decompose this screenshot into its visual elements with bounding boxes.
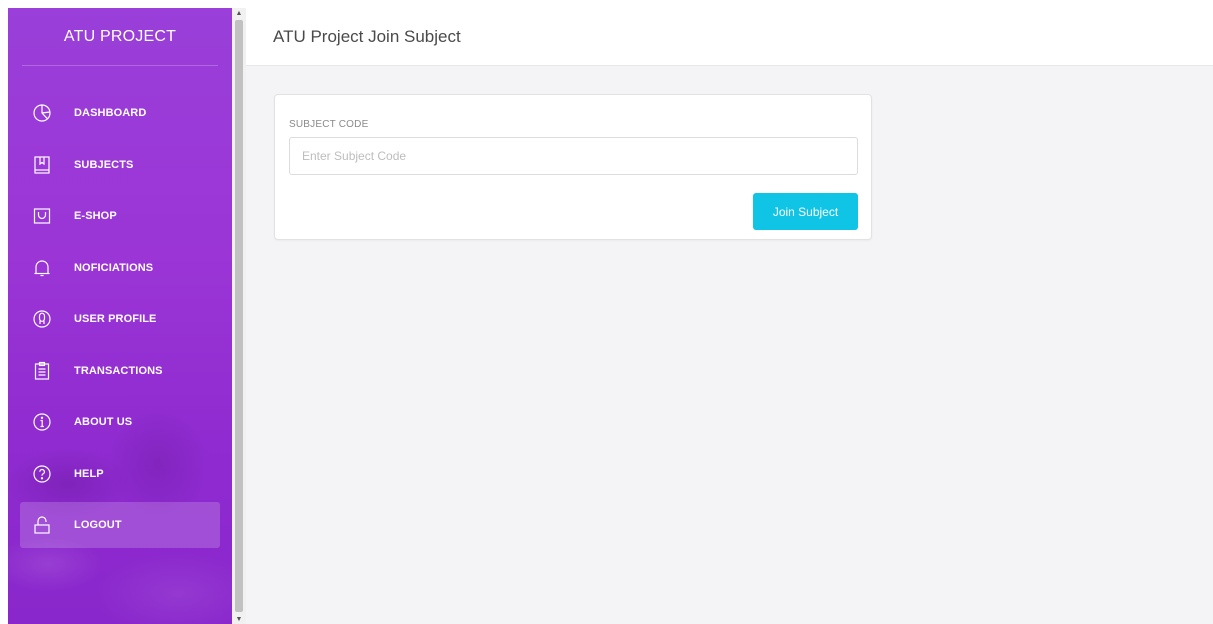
sidebar-item-notifications[interactable]: NOFICIATIONS xyxy=(20,245,220,291)
sidebar-scrollbar[interactable]: ▲ ▼ xyxy=(232,8,246,624)
bell-icon xyxy=(32,258,52,278)
sidebar-item-label: LOGOUT xyxy=(74,519,122,531)
sidebar-item-label: ABOUT US xyxy=(74,416,133,428)
sidebar-item-label: HELP xyxy=(74,467,104,480)
main-content: ATU Project Join Subject SUBJECT CODE Jo… xyxy=(246,8,1213,624)
info-icon xyxy=(32,412,52,432)
page-title: ATU Project Join Subject xyxy=(273,26,461,46)
unlock-icon xyxy=(32,515,52,535)
sidebar-item-user-profile[interactable]: USER PROFILE xyxy=(20,296,220,342)
help-icon xyxy=(32,464,52,484)
pie-chart-icon xyxy=(32,103,52,123)
scroll-up-arrow-icon[interactable]: ▲ xyxy=(232,8,246,18)
sidebar-item-subjects[interactable]: SUBJECTS xyxy=(20,142,220,188)
sidebar-nav: DASHBOARD SUBJECTS E-SHOP NOFICIATIONS U… xyxy=(8,66,232,548)
join-subject-card: SUBJECT CODE Join Subject xyxy=(274,94,872,240)
clipboard-icon xyxy=(32,361,52,381)
subject-code-input[interactable] xyxy=(289,137,858,175)
scrollbar-thumb[interactable] xyxy=(235,20,243,612)
sidebar-item-transactions[interactable]: TRANSACTIONS xyxy=(20,348,220,394)
sidebar-item-label: DASHBOARD xyxy=(74,107,147,119)
sidebar-item-e-shop[interactable]: E-SHOP xyxy=(20,193,220,239)
scroll-down-arrow-icon[interactable]: ▼ xyxy=(232,614,246,624)
shopping-bag-icon xyxy=(32,206,52,226)
sidebar-item-label: NOFICIATIONS xyxy=(74,261,154,274)
sidebar-item-label: USER PROFILE xyxy=(74,313,157,325)
sidebar-item-label: SUBJECTS xyxy=(74,158,134,171)
sidebar-item-label: E-SHOP xyxy=(74,210,117,222)
user-icon xyxy=(32,309,52,329)
subject-code-label: SUBJECT CODE xyxy=(289,119,369,130)
sidebar-item-logout[interactable]: LOGOUT xyxy=(20,502,220,548)
brand-title[interactable]: ATU PROJECT xyxy=(22,8,218,66)
book-icon xyxy=(32,155,52,175)
sidebar-item-label: TRANSACTIONS xyxy=(74,364,163,377)
sidebar-item-about-us[interactable]: ABOUT US xyxy=(20,399,220,445)
sidebar: ATU PROJECT DASHBOARD SUBJECTS E-SHOP NO… xyxy=(8,8,232,624)
top-border xyxy=(0,0,1213,8)
sidebar-item-help[interactable]: HELP xyxy=(20,451,220,497)
sidebar-item-dashboard[interactable]: DASHBOARD xyxy=(20,90,220,136)
join-subject-button[interactable]: Join Subject xyxy=(753,193,858,230)
page-header: ATU Project Join Subject xyxy=(246,8,1213,66)
